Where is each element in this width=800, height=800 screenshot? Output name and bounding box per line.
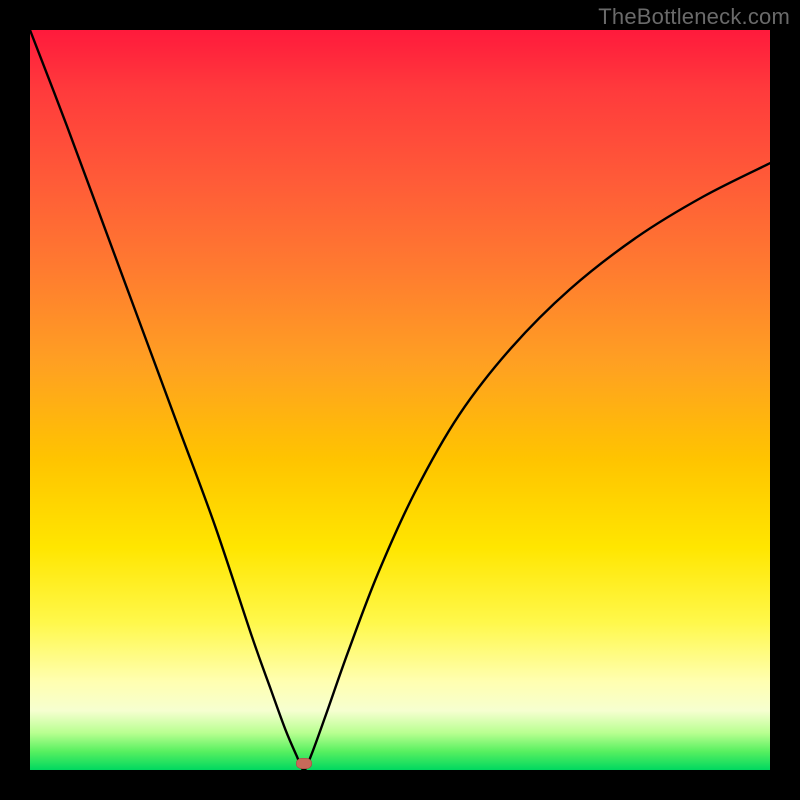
- curve-path: [30, 30, 770, 770]
- chart-frame: TheBottleneck.com: [0, 0, 800, 800]
- chart-curve: [30, 30, 770, 770]
- chart-plot-area: [30, 30, 770, 770]
- minimum-marker: [296, 758, 312, 769]
- attribution-text: TheBottleneck.com: [598, 4, 790, 30]
